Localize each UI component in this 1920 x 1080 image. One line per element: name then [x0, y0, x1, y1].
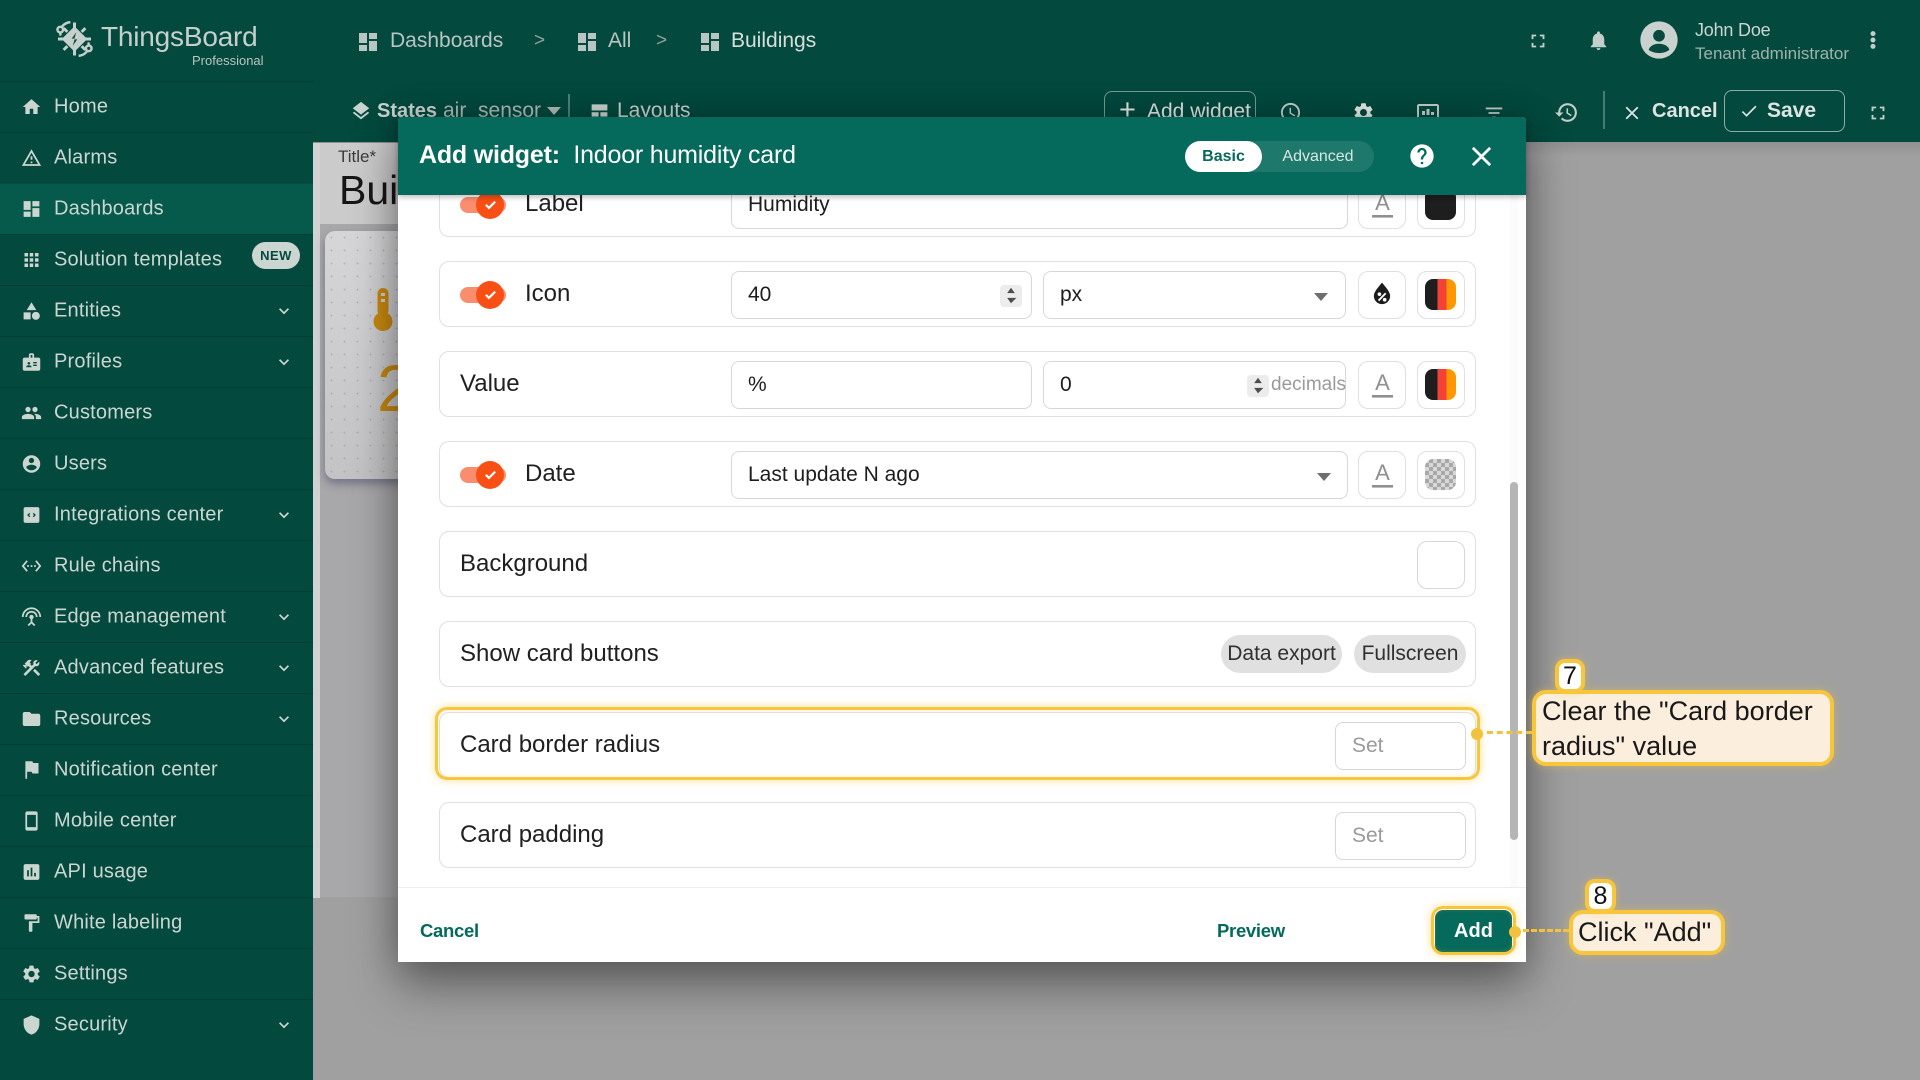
svg-text:A: A	[1375, 371, 1390, 395]
svg-text:A: A	[1375, 461, 1390, 485]
